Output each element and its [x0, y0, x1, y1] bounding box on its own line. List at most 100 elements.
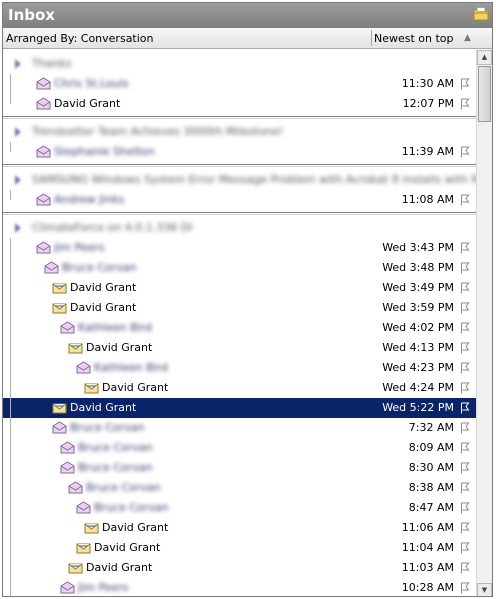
message-row[interactable]: David Grant 11:03 AM — [3, 558, 476, 578]
message-time: 11:03 AM — [401, 561, 454, 574]
unread-envelope-icon — [52, 301, 67, 314]
flag-icon[interactable] — [460, 98, 470, 110]
conversation-header[interactable]: ClimateForce on 4.0.1.336 DI — [3, 218, 476, 238]
message-sender: David Grant — [102, 521, 169, 534]
message-row[interactable]: David Grant Wed 3:59 PM — [3, 298, 476, 318]
message-row[interactable]: Bruce Corvan Wed 3:48 PM — [3, 258, 476, 278]
conversation-arrow-icon[interactable] — [13, 126, 23, 138]
arranged-by-header[interactable]: Arranged By: Conversation — [6, 32, 154, 45]
flag-icon[interactable] — [460, 194, 470, 206]
column-header: Arranged By: Conversation Newest on top … — [3, 28, 492, 49]
flag-icon[interactable] — [460, 262, 470, 274]
message-sender: Bruce Corvan — [78, 441, 153, 454]
message-time: 10:28 AM — [401, 581, 454, 594]
message-sender: Jim Peers — [54, 241, 105, 254]
flag-icon[interactable] — [460, 322, 470, 334]
sort-ascending-icon[interactable]: ▲ — [464, 33, 471, 43]
message-row[interactable]: David Grant 11:06 AM — [3, 518, 476, 538]
message-row[interactable]: Bruce Corvan 8:30 AM — [3, 458, 476, 478]
unread-envelope-icon — [52, 281, 67, 294]
vertical-scrollbar[interactable]: ▲ ▼ — [476, 50, 492, 596]
flag-icon[interactable] — [460, 422, 470, 434]
read-envelope-icon — [76, 361, 91, 374]
conversation-subject: SAMSUNG Windows System Error Message Pro… — [32, 173, 476, 186]
folder-icon[interactable] — [473, 7, 489, 21]
conversation-arrow-icon[interactable] — [13, 174, 23, 186]
flag-icon[interactable] — [460, 362, 470, 374]
message-time: 12:07 PM — [402, 97, 454, 110]
conversation-arrow-icon[interactable] — [13, 222, 23, 234]
message-list: Thanks Chris St.Louis 11:30 AM David Grant 1… — [3, 50, 476, 596]
message-row[interactable]: Bruce Corvan 8:47 AM — [3, 498, 476, 518]
message-row[interactable]: Andrew Jinks 11:08 AM — [3, 190, 476, 210]
read-envelope-icon — [60, 441, 75, 454]
conversation-tree-line — [10, 190, 11, 200]
unread-envelope-icon — [84, 381, 99, 394]
message-time: Wed 3:59 PM — [382, 301, 454, 314]
message-sender: Chris St.Louis — [54, 77, 129, 90]
message-row[interactable]: Chris St.Louis 11:30 AM — [3, 74, 476, 94]
selected-message-row[interactable]: David Grant Wed 5:22 PM — [3, 398, 476, 418]
flag-icon[interactable] — [460, 402, 470, 414]
read-envelope-icon — [36, 77, 51, 90]
conversation-header[interactable]: Trendsetter Team Achieves 3000th Milesto… — [3, 122, 476, 142]
flag-icon[interactable] — [460, 442, 470, 454]
flag-icon[interactable] — [460, 242, 470, 254]
message-row[interactable]: Bruce Corvan 8:09 AM — [3, 438, 476, 458]
conversation-subject: ClimateForce on 4.0.1.336 DI — [32, 221, 193, 234]
message-row[interactable]: Kathleen Bird Wed 4:02 PM — [3, 318, 476, 338]
flag-icon[interactable] — [460, 462, 470, 474]
flag-icon[interactable] — [460, 282, 470, 294]
message-time: 11:08 AM — [401, 193, 454, 206]
flag-icon[interactable] — [460, 146, 470, 158]
conversation-arrow-icon[interactable] — [13, 58, 23, 70]
flag-icon[interactable] — [460, 78, 470, 90]
conversation-header[interactable]: Thanks — [3, 54, 476, 74]
flag-icon[interactable] — [460, 342, 470, 354]
flag-icon[interactable] — [460, 522, 470, 534]
read-envelope-icon — [76, 501, 91, 514]
unread-envelope-icon — [84, 521, 99, 534]
message-sender: Bruce Corvan — [62, 261, 137, 274]
message-sender: David Grant — [70, 401, 137, 414]
message-time: 11:04 AM — [401, 541, 454, 554]
scroll-up-button[interactable]: ▲ — [477, 50, 492, 65]
message-row[interactable]: Stephanie Shelton 11:39 AM — [3, 142, 476, 162]
message-row[interactable]: David Grant Wed 3:49 PM — [3, 278, 476, 298]
message-time: Wed 4:13 PM — [382, 341, 454, 354]
message-row[interactable]: Bruce Corvan 7:32 AM — [3, 418, 476, 438]
unread-envelope-icon — [76, 541, 91, 554]
flag-icon[interactable] — [460, 482, 470, 494]
message-row[interactable]: Kathleen Bird Wed 4:23 PM — [3, 358, 476, 378]
flag-icon[interactable] — [460, 562, 470, 574]
message-row[interactable]: David Grant 11:04 AM — [3, 538, 476, 558]
message-sender: Jim Peers — [78, 581, 129, 594]
message-time: 11:06 AM — [401, 521, 454, 534]
message-row[interactable]: David Grant 12:07 PM — [3, 94, 476, 114]
message-row[interactable]: David Grant Wed 4:13 PM — [3, 338, 476, 358]
message-time: 11:39 AM — [401, 145, 454, 158]
scroll-thumb[interactable] — [478, 66, 491, 122]
scroll-down-button[interactable]: ▼ — [477, 583, 492, 596]
flag-icon[interactable] — [460, 542, 470, 554]
flag-icon[interactable] — [460, 302, 470, 314]
conversation-subject: Trendsetter Team Achieves 3000th Milesto… — [32, 125, 284, 138]
message-row[interactable]: Jim Peers Wed 3:43 PM — [3, 238, 476, 258]
message-sender: Kathleen Bird — [78, 321, 153, 334]
read-envelope-icon — [36, 145, 51, 158]
conversation-subject: Thanks — [32, 57, 72, 70]
message-row[interactable]: Jim Peers 10:28 AM — [3, 578, 476, 596]
flag-icon[interactable] — [460, 382, 470, 394]
flag-icon[interactable] — [460, 502, 470, 514]
message-time: 8:47 AM — [408, 501, 454, 514]
message-time: 7:32 AM — [408, 421, 454, 434]
sort-order-header[interactable]: Newest on top — [374, 32, 454, 45]
unread-envelope-icon — [52, 401, 67, 414]
conversation-tree-line — [10, 238, 11, 596]
message-row[interactable]: Bruce Corvan 8:38 AM — [3, 478, 476, 498]
message-sender: David Grant — [70, 281, 137, 294]
message-row[interactable]: David Grant Wed 4:24 PM — [3, 378, 476, 398]
flag-icon[interactable] — [460, 582, 470, 594]
message-time: Wed 3:48 PM — [382, 261, 454, 274]
conversation-header[interactable]: SAMSUNG Windows System Error Message Pro… — [3, 170, 476, 190]
